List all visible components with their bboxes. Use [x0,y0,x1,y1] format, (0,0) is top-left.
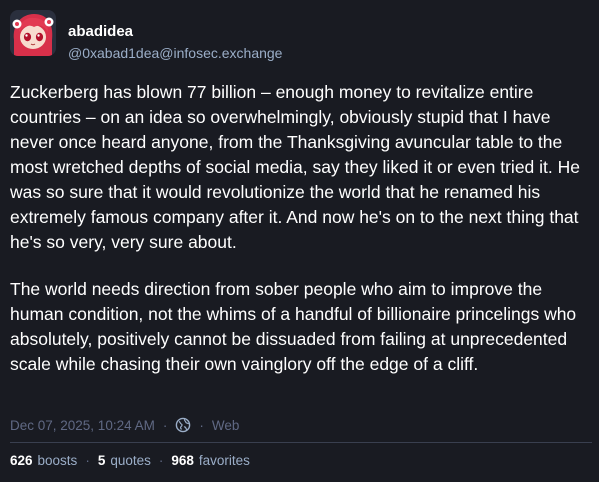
favorites-count: 968 [171,452,194,468]
boosts-label: boosts [37,452,78,468]
meta-separator: · [199,417,204,433]
divider [10,442,592,443]
quotes-count: 5 [97,452,106,468]
post-application: Web [211,417,240,433]
quotes-label: quotes [110,452,151,468]
stats-separator: · [85,452,90,468]
favorites-label: favorites [198,452,250,468]
meta-separator: · [162,417,168,433]
post-meta: Dec 07, 2025, 10:24 AM · · Web [10,416,239,434]
display-name[interactable]: abadidea [68,23,133,41]
avatar[interactable] [10,10,56,56]
boosts-link[interactable]: 626 boosts [10,453,77,468]
boosts-count: 626 [10,452,33,468]
post-paragraph: Zuckerberg has blown 77 billion – enough… [10,82,580,252]
status-post: abadidea @0xabad1dea@infosec.exchange Zu… [0,0,599,482]
stats-separator: · [158,452,164,468]
globe-icon [176,417,191,433]
post-stats: 626 boosts · 5 quotes · 968 favorites [10,451,250,469]
quotes-link[interactable]: 5 quotes [98,453,151,468]
post-paragraph: The world needs direction from sober peo… [10,279,577,374]
favorites-link[interactable]: 968 favorites [171,453,250,468]
post-timestamp[interactable]: Dec 07, 2025, 10:24 AM [10,418,155,433]
account-handle[interactable]: @0xabad1dea@infosec.exchange [68,44,282,62]
post-content: Zuckerberg has blown 77 billion – enough… [10,80,592,377]
